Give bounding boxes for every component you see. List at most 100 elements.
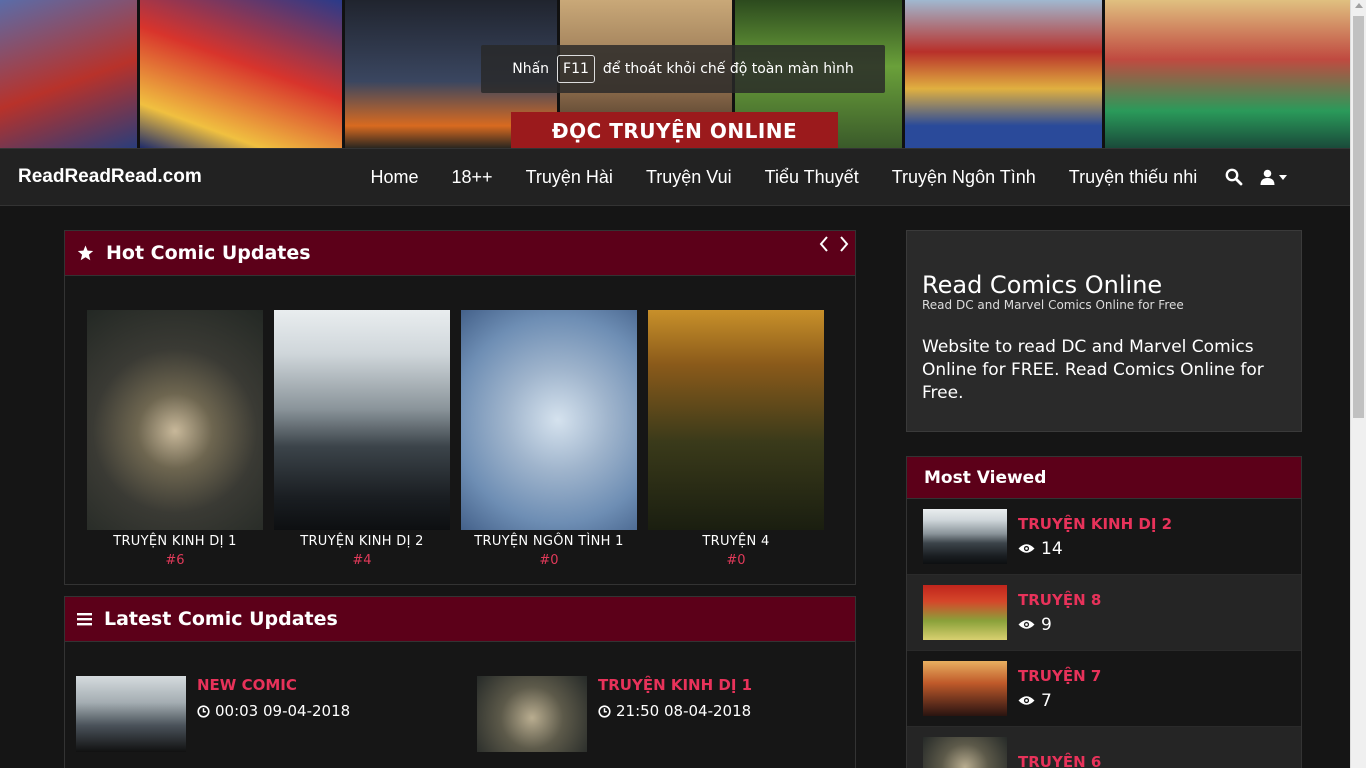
clock-icon	[598, 704, 611, 718]
comic-cover[interactable]	[477, 676, 587, 752]
comic-cover[interactable]	[923, 737, 1007, 768]
latest-comics-panel: Latest Comic Updates NEW COMIC 00:03 09-…	[64, 596, 856, 768]
banner-title: ĐỌC TRUYỆN ONLINE	[511, 112, 838, 148]
most-viewed-info: TRUYỆN 7 7	[1018, 667, 1101, 711]
about-description: Website to read DC and Marvel Comics Onl…	[922, 337, 1264, 403]
scroll-thumb[interactable]	[1353, 16, 1364, 418]
f11-key: F11	[557, 55, 595, 83]
comic-cover[interactable]	[87, 310, 263, 530]
comic-name[interactable]: TRUYỆN KINH DỊ 2	[274, 534, 450, 549]
hot-comics-title: Hot Comic Updates	[106, 242, 311, 264]
hot-comics-grid: TRUYỆN KINH DỊ 1 #6 TRUYỆN KINH DỊ 2 #4 …	[87, 310, 824, 568]
latest-item-info: NEW COMIC 00:03 09-04-2018	[197, 676, 350, 752]
star-icon	[77, 245, 94, 261]
comic-chapter-count: #0	[539, 553, 559, 568]
comic-cover[interactable]	[274, 310, 450, 530]
comic-name[interactable]: TRUYỆN NGÔN TÌNH 1	[461, 534, 637, 549]
banner-panel	[905, 0, 1105, 148]
comic-cover[interactable]	[923, 585, 1007, 640]
page-scrollbar[interactable]	[1350, 0, 1366, 768]
eye-icon	[1018, 620, 1035, 629]
comic-title-link[interactable]: NEW COMIC	[197, 676, 350, 694]
latest-comics-list: NEW COMIC 00:03 09-04-2018 TRUYỆN KINH D…	[76, 676, 878, 752]
latest-item-info: TRUYỆN KINH DỊ 1 21:50 08-04-2018	[598, 676, 752, 752]
update-time-text: 21:50 08-04-2018	[616, 702, 752, 720]
nav-truyen-hai[interactable]: Truyện Hài	[509, 149, 629, 205]
list-item[interactable]: TRUYỆN KINH DỊ 2 14	[907, 499, 1301, 575]
update-time-text: 00:03 09-04-2018	[215, 702, 351, 720]
user-menu-button[interactable]	[1254, 149, 1295, 205]
banner-panel	[1105, 0, 1350, 148]
comic-card[interactable]: TRUYỆN KINH DỊ 2 #4	[274, 310, 450, 568]
view-count-text: 9	[1041, 614, 1052, 635]
nav-truyen-thieu-nhi[interactable]: Truyện thiếu nhi	[1052, 149, 1213, 205]
comic-chapter-count: #4	[352, 553, 372, 568]
search-icon	[1225, 168, 1243, 186]
comic-cover[interactable]	[923, 509, 1007, 564]
hot-comics-panel: Hot Comic Updates TRUYỆN KINH DỊ 1 #6 TR…	[64, 230, 856, 585]
nav-home[interactable]: Home	[354, 149, 435, 205]
search-button[interactable]	[1214, 149, 1254, 205]
banner-panel	[0, 0, 140, 148]
comic-card[interactable]: TRUYỆN 4 #0	[648, 310, 824, 568]
update-time: 00:03 09-04-2018	[197, 702, 350, 720]
eye-icon	[1018, 544, 1035, 553]
list-item[interactable]: TRUYỆN KINH DỊ 1 21:50 08-04-2018	[477, 676, 878, 752]
latest-comics-title: Latest Comic Updates	[104, 608, 338, 630]
most-viewed-title: Most Viewed	[924, 467, 1047, 488]
carousel-controls	[819, 235, 849, 253]
user-icon	[1260, 169, 1275, 185]
comic-cover[interactable]	[76, 676, 186, 752]
fullscreen-notice-suffix: để thoát khỏi chế độ toàn màn hình	[602, 61, 854, 77]
list-icon	[77, 613, 92, 626]
scroll-up-arrow-icon[interactable]	[1355, 3, 1363, 8]
eye-icon	[1018, 696, 1035, 705]
chevron-left-icon[interactable]	[819, 235, 829, 253]
comic-cover[interactable]	[648, 310, 824, 530]
chevron-right-icon[interactable]	[839, 235, 849, 253]
fullscreen-notice: Nhấn F11 để thoát khỏi chế độ toàn màn h…	[481, 45, 885, 93]
comic-title-link[interactable]: TRUYỆN 6	[1018, 753, 1101, 768]
banner-panel	[140, 0, 345, 148]
nav-tieu-thuyet[interactable]: Tiểu Thuyết	[748, 149, 875, 205]
about-box: Read Comics Online Read DC and Marvel Co…	[906, 230, 1302, 432]
comic-card[interactable]: TRUYỆN KINH DỊ 1 #6	[87, 310, 263, 568]
list-item[interactable]: TRUYỆN 6	[907, 727, 1301, 768]
most-viewed-info: TRUYỆN 8 9	[1018, 591, 1101, 635]
comic-name[interactable]: TRUYỆN KINH DỊ 1	[87, 534, 263, 549]
nav-truyen-ngon-tinh[interactable]: Truyện Ngôn Tình	[875, 149, 1052, 205]
update-time: 21:50 08-04-2018	[598, 702, 752, 720]
comic-card[interactable]: TRUYỆN NGÔN TÌNH 1 #0	[461, 310, 637, 568]
most-viewed-info: TRUYỆN 6	[1018, 753, 1101, 768]
most-viewed-header: Most Viewed	[907, 457, 1301, 499]
nav-menu: Home 18++ Truyện Hài Truyện Vui Tiểu Thu…	[354, 149, 1295, 205]
view-count: 14	[1018, 539, 1172, 559]
list-item[interactable]: TRUYỆN 7 7	[907, 651, 1301, 727]
comic-title-link[interactable]: TRUYỆN 7	[1018, 667, 1101, 685]
nav-18plus[interactable]: 18++	[435, 149, 509, 205]
comic-chapter-count: #0	[726, 553, 746, 568]
clock-icon	[197, 704, 210, 718]
comic-name[interactable]: TRUYỆN 4	[648, 534, 824, 549]
list-item[interactable]: TRUYỆN 8 9	[907, 575, 1301, 651]
list-item[interactable]: NEW COMIC 00:03 09-04-2018	[76, 676, 477, 752]
view-count-text: 14	[1041, 538, 1063, 559]
most-viewed-info: TRUYỆN KINH DỊ 2 14	[1018, 515, 1172, 559]
comic-title-link[interactable]: TRUYỆN KINH DỊ 1	[598, 676, 752, 694]
view-count-text: 7	[1041, 690, 1052, 711]
comic-cover[interactable]	[461, 310, 637, 530]
most-viewed-panel: Most Viewed TRUYỆN KINH DỊ 2 14 TRUYỆN 8	[906, 456, 1302, 768]
hot-comics-header: Hot Comic Updates	[65, 231, 855, 276]
caret-down-icon	[1278, 174, 1287, 180]
about-title: Read Comics Online	[922, 271, 1163, 299]
comic-title-link[interactable]: TRUYỆN KINH DỊ 2	[1018, 515, 1172, 533]
comic-chapter-count: #6	[165, 553, 185, 568]
fullscreen-notice-prefix: Nhấn	[512, 61, 550, 77]
comic-cover[interactable]	[923, 661, 1007, 716]
view-count: 7	[1018, 691, 1101, 711]
latest-comics-header: Latest Comic Updates	[65, 597, 855, 642]
nav-truyen-vui[interactable]: Truyện Vui	[629, 149, 748, 205]
comic-title-link[interactable]: TRUYỆN 8	[1018, 591, 1101, 609]
navbar: ReadReadRead.com Home 18++ Truyện Hài Tr…	[0, 148, 1350, 206]
site-brand[interactable]: ReadReadRead.com	[18, 149, 202, 205]
